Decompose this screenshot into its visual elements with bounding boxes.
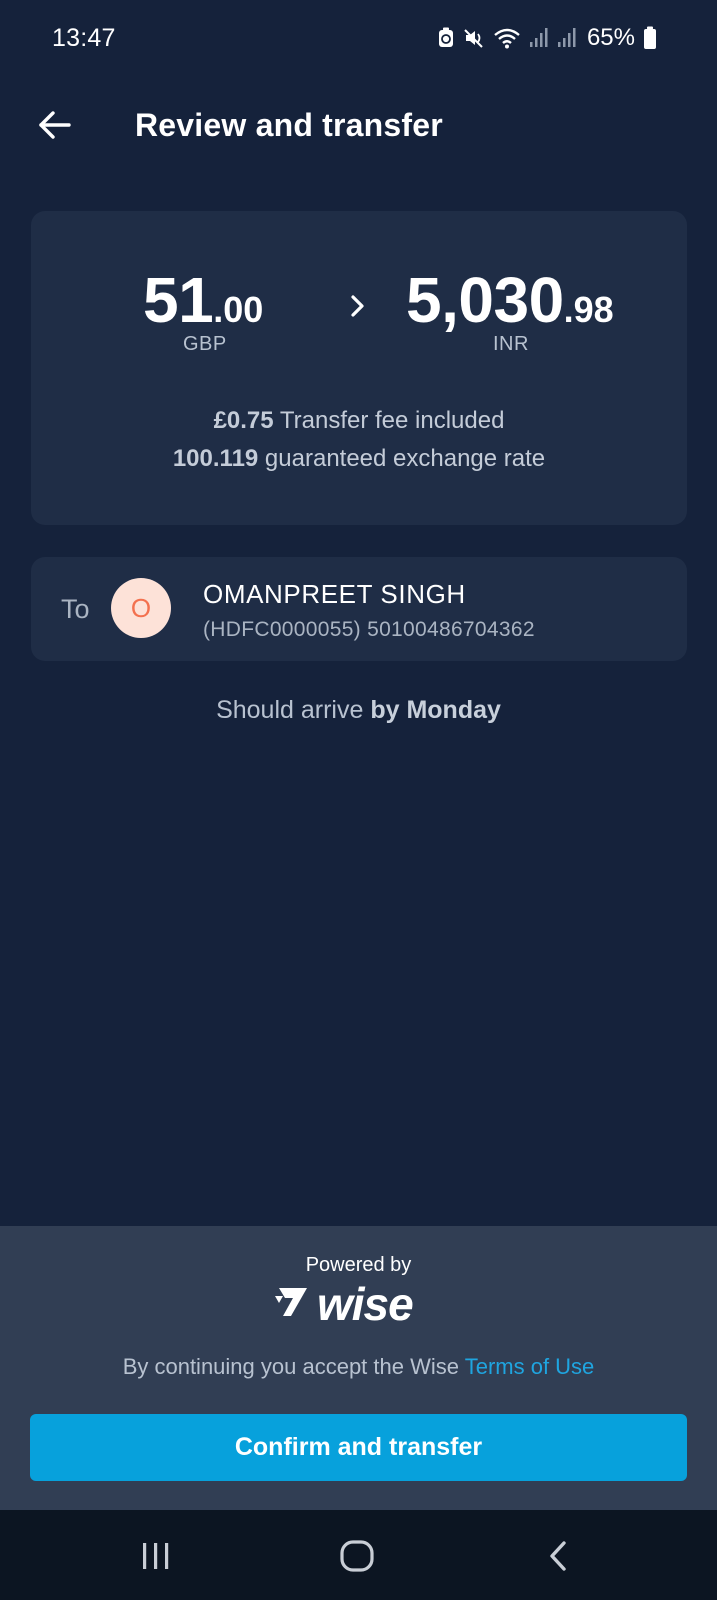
recents-button[interactable] [136, 1540, 176, 1576]
navigation-bar [0, 1510, 717, 1600]
battery-saver-icon [437, 27, 455, 49]
rate-value: 100.119 [172, 445, 259, 472]
wise-wordmark: wise [317, 1278, 414, 1330]
back-icon [546, 1540, 570, 1577]
send-amount-fraction: .00 [213, 289, 264, 330]
recipient-account: (HDFC0000055) 50100486704362 [203, 618, 535, 641]
to-label: To [61, 594, 90, 624]
send-currency: GBP [183, 333, 227, 355]
battery-icon [643, 26, 657, 50]
page-title: Review and transfer [135, 107, 443, 143]
signal-icon [529, 27, 549, 49]
send-amount-whole: 51 [143, 264, 214, 336]
arrival-prefix: Should arrive [216, 696, 371, 724]
header: Review and transfer [0, 95, 717, 165]
exchange-rate: 100.119 guaranteed exchange rate [31, 445, 687, 473]
battery-percent: 65% [586, 24, 635, 51]
back-button[interactable] [34, 107, 74, 147]
status-bar: 13:47 65% [0, 0, 717, 76]
terms-prefix: By continuing you accept the Wise [122, 1354, 465, 1379]
system-back-button[interactable] [538, 1540, 578, 1576]
receive-currency: INR [493, 333, 529, 355]
amount-card: 51.00 GBP 5,030.98 INR £0.75 Transfer fe… [31, 211, 687, 525]
chevron-right-icon [347, 293, 369, 319]
powered-by-label: Powered by [305, 1254, 412, 1276]
arrival-estimate: Should arrive by Monday [0, 696, 717, 725]
arrival-day: by Monday [370, 696, 501, 724]
transfer-fee: £0.75 Transfer fee included [31, 407, 687, 435]
home-button[interactable] [337, 1539, 377, 1578]
recents-icon [139, 1540, 173, 1577]
receive-amount-fraction: .98 [563, 289, 614, 330]
confirm-and-transfer-button[interactable]: Confirm and transfer [30, 1414, 687, 1481]
avatar-initial: O [130, 592, 152, 623]
signal-icon [557, 27, 577, 49]
terms-text: By continuing you accept the Wise Terms … [0, 1354, 717, 1380]
wise-flag-icon [273, 1284, 309, 1325]
rate-text: guaranteed exchange rate [258, 445, 546, 472]
home-icon [339, 1539, 375, 1578]
fee-text: Transfer fee included [273, 407, 505, 434]
send-amount: 51.00 [143, 263, 263, 337]
bottom-panel: Powered by wise By continuing you accept… [0, 1226, 717, 1510]
wise-logo: wise [273, 1278, 445, 1330]
status-time: 13:47 [52, 23, 116, 52]
fee-value: £0.75 [213, 407, 274, 434]
status-icons: 65% [437, 24, 657, 52]
wifi-icon [493, 27, 521, 49]
recipient-name: OMANPREET SINGH [203, 579, 466, 609]
recipient-card[interactable]: To O OMANPREET SINGH (HDFC0000055) 50100… [31, 557, 687, 661]
receive-amount-whole: 5,030 [406, 264, 564, 336]
terms-of-use-link[interactable]: Terms of Use [465, 1354, 595, 1379]
arrow-left-icon [37, 110, 71, 145]
avatar: O [111, 578, 171, 638]
receive-amount: 5,030.98 [406, 263, 614, 337]
mute-icon [463, 27, 485, 49]
